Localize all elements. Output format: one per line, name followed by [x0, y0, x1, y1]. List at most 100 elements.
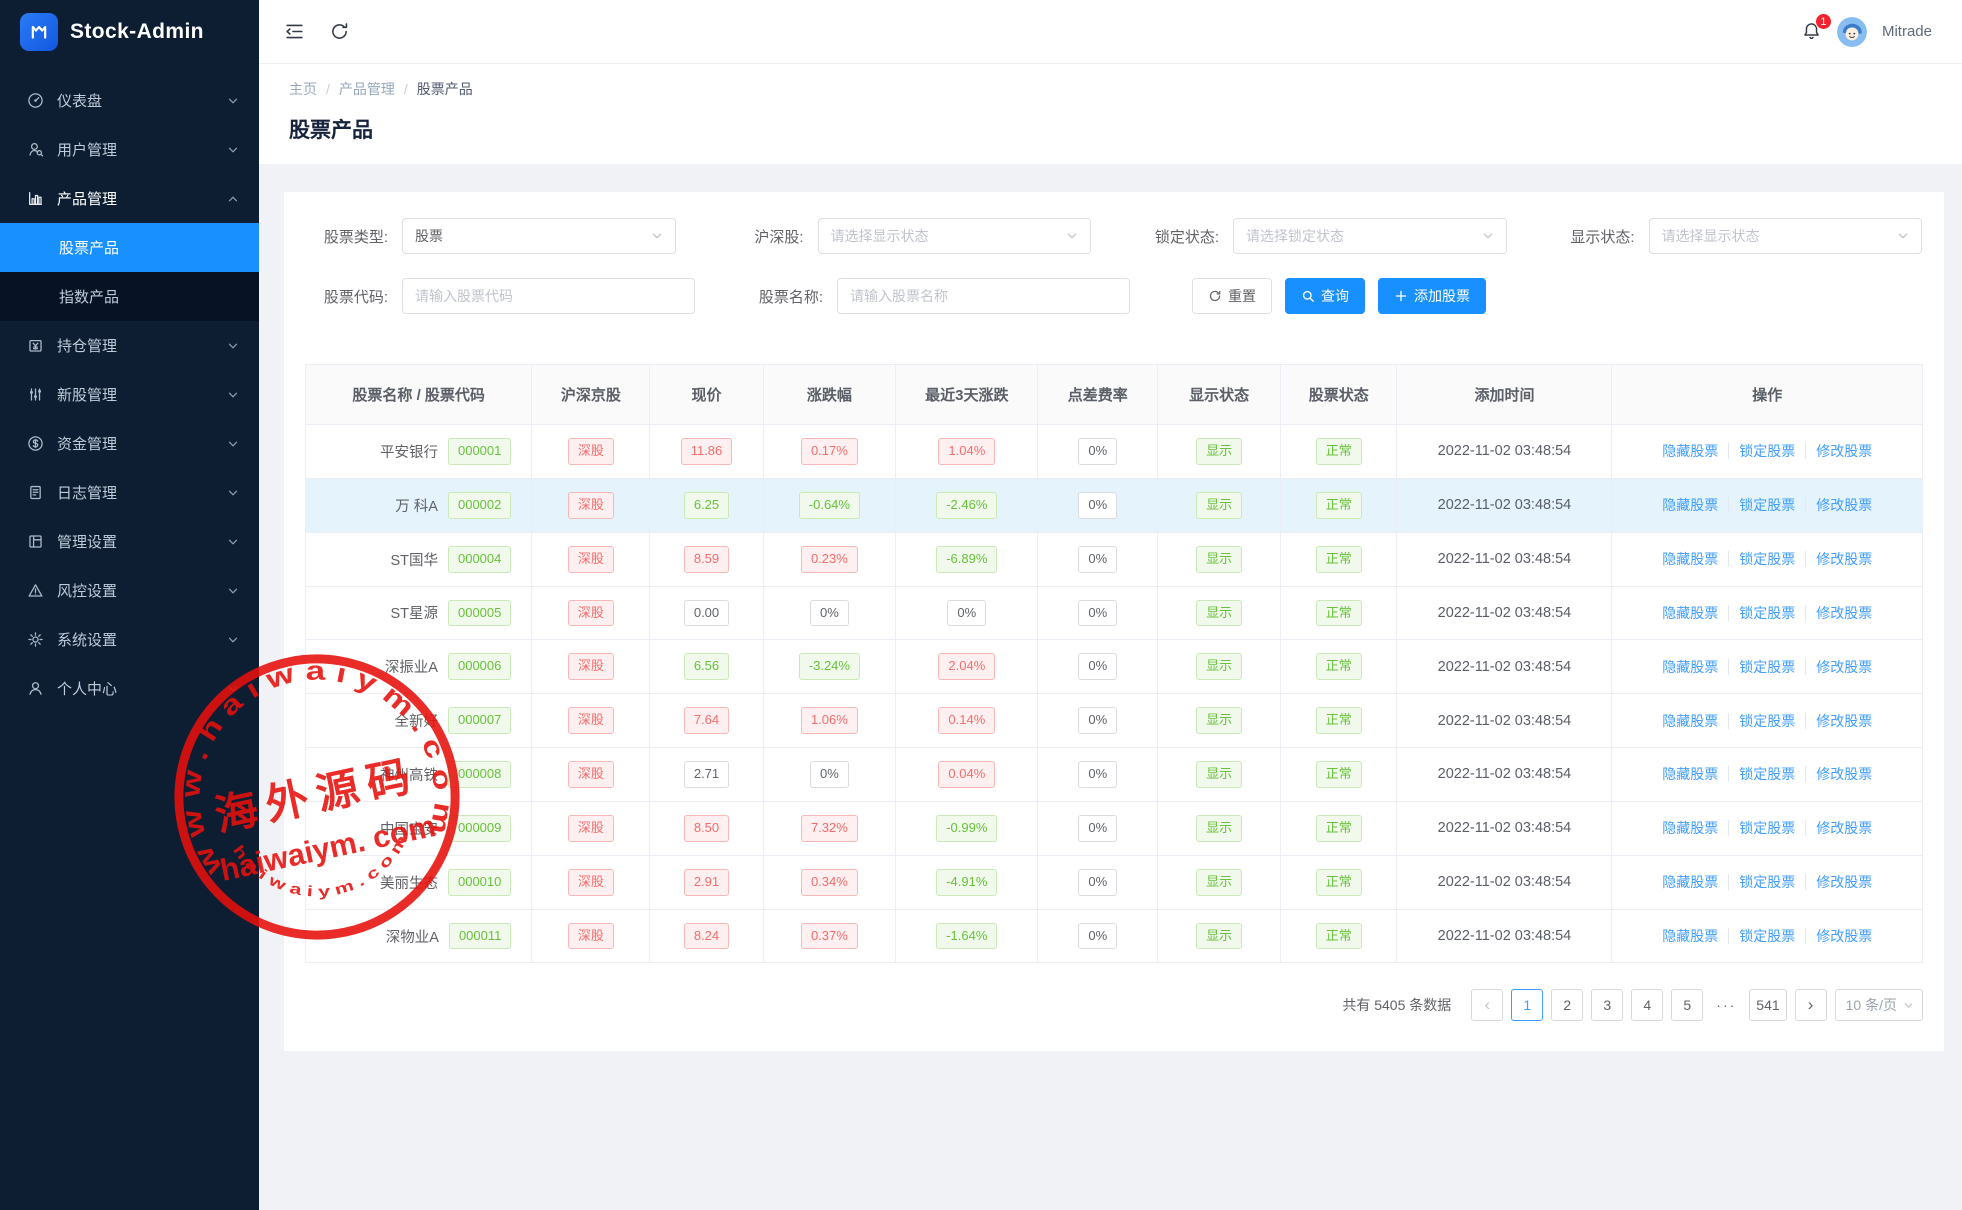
sidebar-item-product-manage[interactable]: 产品管理 [0, 174, 259, 223]
sidebar-item-system-settings[interactable]: 系统设置 [0, 615, 259, 664]
edit-stock-link[interactable]: 修改股票 [1805, 443, 1882, 459]
change-tag: 0.37% [801, 923, 858, 950]
sidebar-item-user-manage[interactable]: 用户管理 [0, 125, 259, 174]
collapse-sidebar-icon[interactable] [284, 21, 305, 42]
user-name[interactable]: Mitrade [1882, 23, 1932, 40]
table-row: 中国宝安000009深股8.507.32%-0.99%0%显示正常2022-11… [306, 801, 1923, 855]
prev-page-button[interactable]: ‹ [1471, 989, 1503, 1021]
stock-name: 中国宝安 [380, 818, 438, 839]
page-button-1[interactable]: 1 [1511, 989, 1543, 1021]
lock-stock-link[interactable]: 锁定股票 [1728, 713, 1805, 729]
spread-cell: 0% [1038, 909, 1158, 963]
breadcrumb-item[interactable]: 产品管理 [339, 79, 395, 99]
page-button-4[interactable]: 4 [1631, 989, 1663, 1021]
position-icon [27, 337, 44, 354]
market-cell: 深股 [532, 425, 650, 479]
next-page-button[interactable]: › [1795, 989, 1827, 1021]
edit-stock-link[interactable]: 修改股票 [1805, 928, 1882, 944]
stock-name-wrap: 深物业A000011 [312, 923, 525, 950]
breadcrumb-separator: / [404, 81, 408, 97]
query-button[interactable]: 查询 [1285, 278, 1365, 314]
edit-stock-link[interactable]: 修改股票 [1805, 605, 1882, 621]
price-tag: 0.00 [684, 600, 729, 627]
filter-display-status: 显示状态: 请选择显示状态 [1553, 218, 1923, 254]
sidebar-item-stock-products[interactable]: 股票产品 [0, 223, 259, 272]
lock-status-label: 锁定状态: [1137, 226, 1219, 247]
edit-stock-link[interactable]: 修改股票 [1805, 766, 1882, 782]
lock-stock-link[interactable]: 锁定股票 [1728, 766, 1805, 782]
hide-stock-link[interactable]: 隐藏股票 [1652, 605, 1728, 621]
sidebar-item-position-manage[interactable]: 持仓管理 [0, 321, 259, 370]
display-status-select[interactable]: 请选择显示状态 [1649, 218, 1923, 254]
lock-status-select[interactable]: 请选择锁定状态 [1233, 218, 1507, 254]
refresh-icon[interactable] [329, 21, 350, 42]
change-tag: 0% [810, 761, 849, 788]
lock-stock-link[interactable]: 锁定股票 [1728, 820, 1805, 836]
actions-cell: 隐藏股票锁定股票修改股票 [1612, 855, 1923, 909]
pagination-ellipsis[interactable]: ··· [1711, 997, 1741, 1013]
page-button-3[interactable]: 3 [1591, 989, 1623, 1021]
edit-stock-link[interactable]: 修改股票 [1805, 551, 1882, 567]
hide-stock-link[interactable]: 隐藏股票 [1652, 551, 1728, 567]
stock-status-cell: 正常 [1281, 855, 1397, 909]
hs-stock-select[interactable]: 请选择显示状态 [818, 218, 1092, 254]
added-time-cell: 2022-11-02 03:48:54 [1397, 586, 1612, 640]
sidebar-item-index-products[interactable]: 指数产品 [0, 272, 259, 321]
hide-stock-link[interactable]: 隐藏股票 [1652, 443, 1728, 459]
reset-button[interactable]: 重置 [1192, 278, 1272, 314]
hide-stock-link[interactable]: 隐藏股票 [1652, 928, 1728, 944]
query-button-label: 查询 [1321, 286, 1349, 306]
three-day-tag: -0.99% [936, 815, 997, 842]
hide-stock-link[interactable]: 隐藏股票 [1652, 659, 1728, 675]
added-time-cell: 2022-11-02 03:48:54 [1397, 694, 1612, 748]
stock-code-tag: 000001 [448, 438, 511, 465]
notification-bell-icon[interactable]: 1 [1801, 21, 1822, 42]
display-status-tag: 显示 [1196, 815, 1242, 842]
avatar[interactable] [1837, 17, 1867, 47]
spread-tag: 0% [1078, 438, 1117, 465]
lock-stock-link[interactable]: 锁定股票 [1728, 443, 1805, 459]
three-day-cell: 2.04% [896, 640, 1038, 694]
sidebar-item-admin-settings[interactable]: 管理设置 [0, 517, 259, 566]
lock-stock-link[interactable]: 锁定股票 [1728, 605, 1805, 621]
edit-stock-link[interactable]: 修改股票 [1805, 659, 1882, 675]
price-tag: 11.86 [681, 438, 733, 465]
edit-stock-link[interactable]: 修改股票 [1805, 874, 1882, 890]
stock-name-input[interactable] [837, 278, 1130, 314]
edit-stock-link[interactable]: 修改股票 [1805, 497, 1882, 513]
page-button-541[interactable]: 541 [1749, 989, 1786, 1021]
lock-stock-link[interactable]: 锁定股票 [1728, 497, 1805, 513]
page-button-2[interactable]: 2 [1551, 989, 1583, 1021]
added-time-cell: 2022-11-02 03:48:54 [1397, 855, 1612, 909]
spread-tag: 0% [1078, 600, 1117, 627]
sidebar-item-dashboard[interactable]: 仪表盘 [0, 76, 259, 125]
spread-cell: 0% [1038, 478, 1158, 532]
chevron-down-icon [227, 634, 239, 646]
lock-stock-link[interactable]: 锁定股票 [1728, 659, 1805, 675]
hide-stock-link[interactable]: 隐藏股票 [1652, 713, 1728, 729]
lock-stock-link[interactable]: 锁定股票 [1728, 551, 1805, 567]
lock-stock-link[interactable]: 锁定股票 [1728, 928, 1805, 944]
edit-stock-link[interactable]: 修改股票 [1805, 820, 1882, 836]
breadcrumb-item[interactable]: 主页 [289, 79, 317, 99]
add-stock-button[interactable]: 添加股票 [1378, 278, 1486, 314]
lock-stock-link[interactable]: 锁定股票 [1728, 874, 1805, 890]
page-button-5[interactable]: 5 [1671, 989, 1703, 1021]
filter-stock-code: 股票代码: [306, 278, 695, 314]
reset-button-label: 重置 [1228, 286, 1256, 306]
filter-hs-stock: 沪深股: 请选择显示状态 [722, 218, 1092, 254]
hide-stock-link[interactable]: 隐藏股票 [1652, 820, 1728, 836]
stock-code-input[interactable] [402, 278, 695, 314]
stock-type-select[interactable]: 股票 [402, 218, 676, 254]
sidebar-item-new-stock-manage[interactable]: 新股管理 [0, 370, 259, 419]
edit-stock-link[interactable]: 修改股票 [1805, 713, 1882, 729]
page-size-select[interactable]: 10 条/页 [1835, 989, 1923, 1021]
hide-stock-link[interactable]: 隐藏股票 [1652, 766, 1728, 782]
sidebar-item-log-manage[interactable]: 日志管理 [0, 468, 259, 517]
topbar: 1 Mitrade [259, 0, 1962, 64]
sidebar-item-profile-center[interactable]: 个人中心 [0, 664, 259, 713]
sidebar-item-funds-manage[interactable]: 资金管理 [0, 419, 259, 468]
hide-stock-link[interactable]: 隐藏股票 [1652, 497, 1728, 513]
hide-stock-link[interactable]: 隐藏股票 [1652, 874, 1728, 890]
sidebar-item-risk-settings[interactable]: 风控设置 [0, 566, 259, 615]
